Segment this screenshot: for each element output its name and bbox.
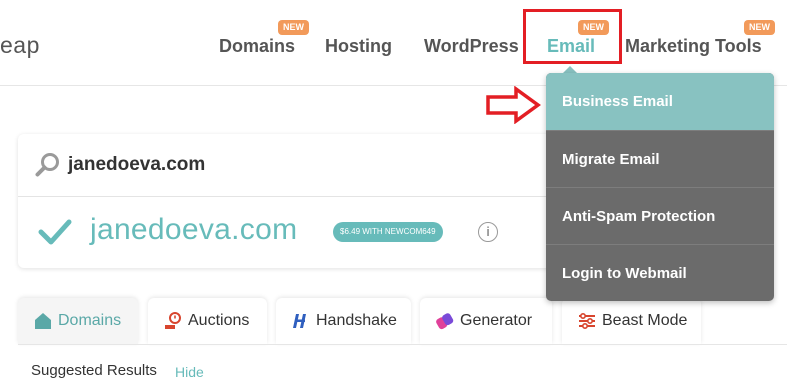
home-icon [35,313,51,329]
nav-marketing-tools[interactable]: Marketing Tools [625,36,762,57]
tabs-divider [18,344,787,345]
tab-beast-mode[interactable]: Beast Mode [562,298,701,344]
beast-mode-icon [579,312,595,330]
info-icon[interactable]: i [478,222,498,242]
search-icon[interactable] [35,152,61,178]
check-icon [38,219,72,245]
email-highlight-box [523,9,622,64]
logo-fragment[interactable]: eap [0,32,40,59]
hide-link[interactable]: Hide [175,364,204,380]
search-input[interactable]: janedoeva.com [68,154,205,176]
nav-hosting[interactable]: Hosting [325,36,392,57]
tab-generator[interactable]: Generator [420,298,552,344]
tab-generator-label: Generator [460,312,533,329]
red-arrow-icon [486,86,541,124]
tab-handshake[interactable]: Handshake [276,298,411,344]
tab-handshake-label: Handshake [316,312,397,329]
nav-wordpress[interactable]: WordPress [424,36,519,57]
promo-price-badge: $6.49 WITH NEWCOM649 [333,222,443,242]
suggested-results-heading: Suggested Results [31,362,157,379]
tab-auctions-label: Auctions [188,312,250,329]
tab-domains[interactable]: Domains [18,298,138,344]
new-badge-marketing: NEW [744,20,775,35]
menu-item-business-email[interactable]: Business Email [546,73,774,130]
menu-item-anti-spam-protection[interactable]: Anti-Spam Protection [546,187,774,244]
tab-domains-label: Domains [58,312,122,329]
menu-item-login-to-webmail[interactable]: Login to Webmail [546,244,774,301]
email-dropdown-menu: Business Email Migrate Email Anti-Spam P… [546,73,774,301]
result-domain[interactable]: janedoeva.com [90,213,297,247]
nav-domains[interactable]: Domains [219,36,295,57]
handshake-icon [293,314,306,328]
tab-beast-mode-label: Beast Mode [602,312,688,329]
auction-icon [165,312,181,329]
new-badge-domains: NEW [278,20,309,35]
search-divider [18,196,558,197]
generator-icon [436,313,454,330]
tab-auctions[interactable]: Auctions [148,298,267,344]
menu-item-migrate-email[interactable]: Migrate Email [546,130,774,187]
